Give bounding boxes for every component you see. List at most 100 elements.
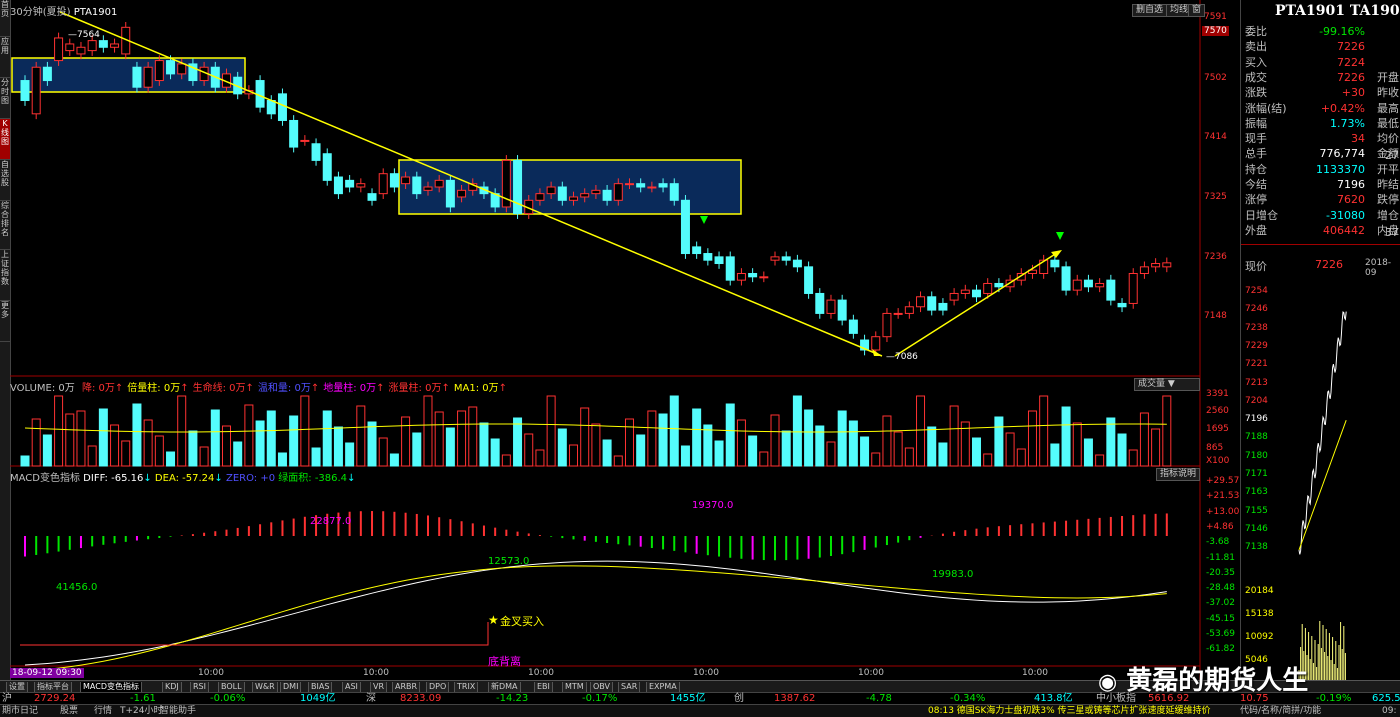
status-item[interactable]: 智能助手 [160, 705, 196, 717]
quote-row: 日增仓 -31080 增仓 [1241, 208, 1400, 223]
candle-body [1072, 279, 1082, 291]
status-item[interactable]: 期市日记 [2, 705, 38, 717]
macd-tick: +21.53 [1206, 491, 1240, 502]
remove-watchlist-button[interactable]: 删自选 [1132, 4, 1168, 17]
candles-group [20, 21, 1172, 356]
volume-bar [401, 416, 411, 467]
candle-body [423, 186, 433, 191]
search-hint[interactable]: 代码/名称/简拼/功能 [1240, 705, 1321, 717]
quote-value: 7226 [1337, 40, 1365, 54]
mini-price-tick: 7163 [1245, 487, 1268, 498]
quote-label-secondary: 均价 [1377, 132, 1399, 146]
left-tab-index[interactable]: 上证指数 [0, 250, 10, 301]
quote-label: 振幅 [1245, 116, 1267, 130]
quote-value: 776,774 [1319, 147, 1366, 161]
quote-value: 7226 [1337, 70, 1365, 84]
low-label: 7086 [895, 352, 918, 362]
amount-tail: 27 [1385, 149, 1399, 162]
volume-bar [1005, 432, 1015, 467]
volume-bar [434, 411, 444, 467]
quote-label: 卖出 [1245, 40, 1267, 54]
volume-bar [1117, 433, 1127, 467]
candle-body [557, 186, 567, 201]
candle-body [154, 60, 164, 82]
candle-body [994, 282, 1004, 288]
candle-body [1061, 266, 1071, 291]
indicator-help-button[interactable]: 指标说明 [1156, 468, 1201, 481]
mini-volume-tick: 20184 [1245, 586, 1274, 596]
volume-bar [445, 427, 455, 467]
candle-body [725, 256, 735, 281]
time-label: 10:00 [198, 668, 224, 678]
candle-body [513, 159, 523, 215]
candle-body [54, 37, 64, 62]
volume-bar [345, 442, 355, 467]
up-arrow-icon: ↑ [498, 383, 507, 394]
volume-bar [748, 435, 758, 467]
volume-bar [580, 407, 590, 467]
quote-label: 委比 [1245, 25, 1267, 38]
volume-bar [132, 403, 142, 467]
quote-label: 涨幅(结) [1245, 101, 1287, 115]
candle-body [904, 306, 914, 314]
quote-value: +0.42% [1320, 101, 1365, 115]
up-arrow-icon: ↑ [310, 383, 320, 394]
period-label[interactable]: 30分钟(夏投) [10, 7, 71, 18]
candle-body [132, 66, 142, 88]
quote-label: 涨停 [1245, 193, 1267, 207]
volume-bar [658, 413, 668, 467]
candle-body [893, 312, 903, 315]
left-tab-more[interactable]: 更多 [0, 301, 10, 342]
left-tab-intraday[interactable]: 分时图 [0, 78, 10, 119]
clock: 09: [1382, 706, 1397, 716]
volume-bar [893, 431, 903, 467]
quote-label-secondary: 开盘 [1377, 70, 1399, 84]
candle-body [714, 256, 724, 265]
volume-indicator-dropdown[interactable]: 成交量 ▼ [1134, 378, 1200, 391]
window-button[interactable]: 窗 [1188, 4, 1206, 17]
candle-body [848, 319, 858, 334]
up-trend-arrow [1051, 250, 1062, 258]
candle-body [613, 183, 623, 201]
volume-bar [1162, 395, 1172, 467]
left-tab-kline[interactable]: K线图 [0, 119, 10, 160]
candle-body [31, 66, 41, 115]
macd-diff-line [24, 560, 1167, 666]
volume-bar [591, 423, 601, 467]
volume-bar [31, 418, 41, 467]
now-price-value: 7226 [1315, 258, 1343, 271]
volume-bar [860, 436, 870, 467]
volume-bar [624, 418, 634, 467]
candle-body [1083, 279, 1093, 288]
kline-chart[interactable]: ★ [10, 0, 1240, 680]
volume-bar [972, 437, 982, 467]
volume-bar [938, 442, 948, 467]
left-tab-watchlist[interactable]: 自选股 [0, 160, 10, 201]
candle-body [445, 179, 455, 208]
left-tab-apps[interactable]: 应用 [0, 37, 10, 78]
status-item[interactable]: T+24小时 [120, 705, 163, 717]
volume-bar [1139, 412, 1149, 467]
quote-row: 涨幅(结) +0.42% 最高 [1241, 101, 1400, 116]
up-arrow-icon: ↑ [441, 383, 450, 394]
macd-green-area: 绿面积: -386.4 [278, 473, 348, 484]
left-tab-ranking[interactable]: 综合排名 [0, 201, 10, 250]
macd-tick: -20.35 [1206, 567, 1236, 578]
volume-tick: 865 [1206, 443, 1224, 453]
status-item[interactable]: 行情 [94, 705, 112, 717]
left-tab-home[interactable]: 首页 [0, 0, 10, 37]
candle-body [367, 193, 377, 201]
candle-body [266, 100, 276, 115]
status-item[interactable]: 股票 [60, 705, 78, 717]
quote-label-secondary: 跌停 [1377, 193, 1399, 207]
quote-row: 涨跌 +30 昨收 [1241, 85, 1400, 100]
candle-body [804, 266, 814, 294]
signal-arrow-2 [1056, 232, 1064, 240]
candle-body [680, 199, 690, 255]
volume-bar [916, 395, 926, 467]
volume-bar [457, 410, 467, 467]
down-trend-line [59, 11, 883, 357]
down-arrow-icon: ↓ [347, 473, 356, 484]
candle-body [42, 66, 52, 82]
news-ticker[interactable]: 08:13 德国SK海力士盘初跌3% 传三星或铸等芯片扩张速度延缓维持价 [928, 705, 1211, 717]
